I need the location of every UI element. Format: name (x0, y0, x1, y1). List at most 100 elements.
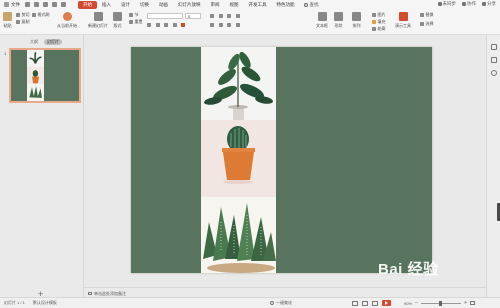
tab-design[interactable]: 设计 (116, 1, 135, 9)
bold-icon[interactable] (147, 23, 151, 27)
layout-label: 版式 (113, 23, 122, 28)
align-center-icon[interactable] (218, 23, 223, 27)
tab-home[interactable]: 开始 (78, 0, 97, 9)
scissors-icon (16, 13, 20, 17)
slideshow-play-button[interactable] (382, 300, 391, 306)
share-icon (482, 2, 486, 6)
file-menu[interactable]: 文件 (11, 2, 20, 8)
succulent-photo-bg (201, 197, 276, 273)
font-color-icon[interactable] (181, 23, 185, 27)
reset-button[interactable]: 重置 (129, 19, 143, 25)
print-icon[interactable] (34, 2, 39, 7)
align-right-icon[interactable] (227, 23, 231, 27)
plants-collage-image (201, 47, 276, 273)
indent-icon[interactable] (227, 14, 231, 18)
brush-icon (32, 13, 36, 17)
slide-counter: 幻灯片 1 / 1 (4, 300, 25, 305)
new-slide-icon (93, 12, 103, 21)
tab-slideshow[interactable]: 幻灯片放映 (173, 1, 206, 9)
tab-transitions[interactable]: 切换 (135, 1, 154, 9)
save-icon[interactable] (25, 2, 30, 7)
fill-button[interactable]: 填充 (372, 19, 386, 25)
animation-icon[interactable] (491, 70, 497, 76)
zoom-in-icon[interactable]: + (464, 300, 467, 306)
view-switcher (352, 300, 391, 306)
layout-button[interactable]: 版式 (113, 12, 122, 29)
reset-icon (129, 20, 133, 24)
search-box[interactable]: 查找 (303, 2, 319, 8)
preview-icon[interactable] (43, 2, 48, 7)
tab-insert[interactable]: 插入 (97, 1, 116, 9)
sorter-view-icon[interactable] (362, 300, 368, 306)
tab-animation[interactable]: 动画 (154, 1, 173, 9)
align-left-icon[interactable] (210, 23, 214, 27)
new-slide-button[interactable]: 新建幻灯片 (88, 12, 108, 29)
strikethrough-icon[interactable] (172, 23, 177, 27)
collab-label: 协作 (467, 1, 476, 6)
textbox-icon (317, 12, 327, 21)
zoom-slider-knob[interactable] (438, 300, 442, 306)
format-painter-button[interactable]: 格式刷 (32, 12, 50, 18)
properties-icon[interactable] (491, 44, 497, 50)
notes-area[interactable]: 单击此处添加备注 (84, 287, 486, 297)
tab-review[interactable]: 审阅 (206, 1, 225, 9)
bullets-icon[interactable] (210, 14, 214, 18)
notes-placeholder: 单击此处添加备注 (94, 291, 126, 296)
top-right-actions: 未同步 协作 分享 (437, 1, 496, 7)
slide-thumbnail[interactable] (9, 48, 81, 103)
share-button[interactable]: 分享 (482, 1, 496, 7)
font-size-select[interactable]: 0 (185, 13, 201, 19)
slide[interactable] (131, 47, 432, 273)
picture-label: 图片 (377, 12, 386, 17)
redo-icon[interactable] (61, 2, 66, 7)
zoom-out-icon[interactable]: − (415, 300, 418, 306)
tab-outline[interactable]: 大纲 (27, 39, 41, 45)
format-toolbar (147, 23, 187, 27)
arrange-button[interactable]: 排列 (352, 12, 361, 29)
from-current-label: 从当前开始 (57, 23, 77, 28)
line-spacing-icon[interactable] (235, 14, 240, 18)
paste-button[interactable]: 粘贴 (3, 12, 12, 29)
tab-view[interactable]: 视图 (225, 1, 244, 9)
numbering-icon[interactable] (218, 14, 223, 18)
replace-button[interactable]: 替换 (420, 12, 434, 18)
collab-button[interactable]: 协作 (462, 1, 476, 7)
sync-status[interactable]: 未同步 (437, 1, 457, 7)
justify-icon[interactable] (235, 23, 240, 27)
beautify-button[interactable]: 一键美化 (270, 300, 292, 306)
theme-name[interactable]: 默认设计模板 (33, 300, 57, 306)
outline-button[interactable]: 轮廓 (372, 26, 386, 32)
shape-button[interactable]: 形状 (334, 12, 343, 29)
zoom-slider[interactable] (420, 300, 461, 306)
presenter-button[interactable]: 演示工具 (395, 12, 411, 29)
tab-features[interactable]: 特色功能 (272, 1, 300, 9)
tab-developer[interactable]: 开发工具 (244, 1, 272, 9)
italic-icon[interactable] (155, 23, 160, 27)
fill-icon (372, 20, 376, 24)
fit-window-icon[interactable] (469, 301, 475, 305)
zoom-level[interactable]: 90% (404, 301, 412, 306)
fill-label: 填充 (377, 19, 386, 24)
style-icon[interactable] (491, 57, 497, 63)
undo-icon[interactable] (52, 2, 57, 7)
picture-button[interactable]: 图片 (372, 12, 386, 18)
photo-strip[interactable] (201, 47, 276, 273)
tab-slides[interactable]: 幻灯片 (44, 39, 62, 45)
cut-button[interactable]: 剪切 (16, 12, 30, 18)
underline-icon[interactable] (164, 23, 168, 27)
menu-icon[interactable] (4, 2, 9, 7)
layout-icon (113, 12, 122, 21)
sync-label: 未同步 (442, 1, 457, 6)
copy-button[interactable]: 复制 (16, 19, 30, 25)
thumbnail-photo-strip (27, 50, 44, 101)
reset-label: 重置 (134, 19, 143, 24)
from-current-button[interactable]: 从当前开始 (57, 12, 77, 29)
reading-view-icon[interactable] (372, 300, 378, 306)
section-button[interactable]: 节 (129, 12, 139, 18)
font-name-select[interactable] (147, 13, 183, 19)
select-button[interactable]: 选择 (420, 21, 434, 27)
align-toolbar (210, 23, 241, 27)
format-painter-label: 格式刷 (37, 12, 50, 17)
textbox-button[interactable]: 文本框 (316, 12, 328, 29)
normal-view-icon[interactable] (352, 300, 358, 306)
